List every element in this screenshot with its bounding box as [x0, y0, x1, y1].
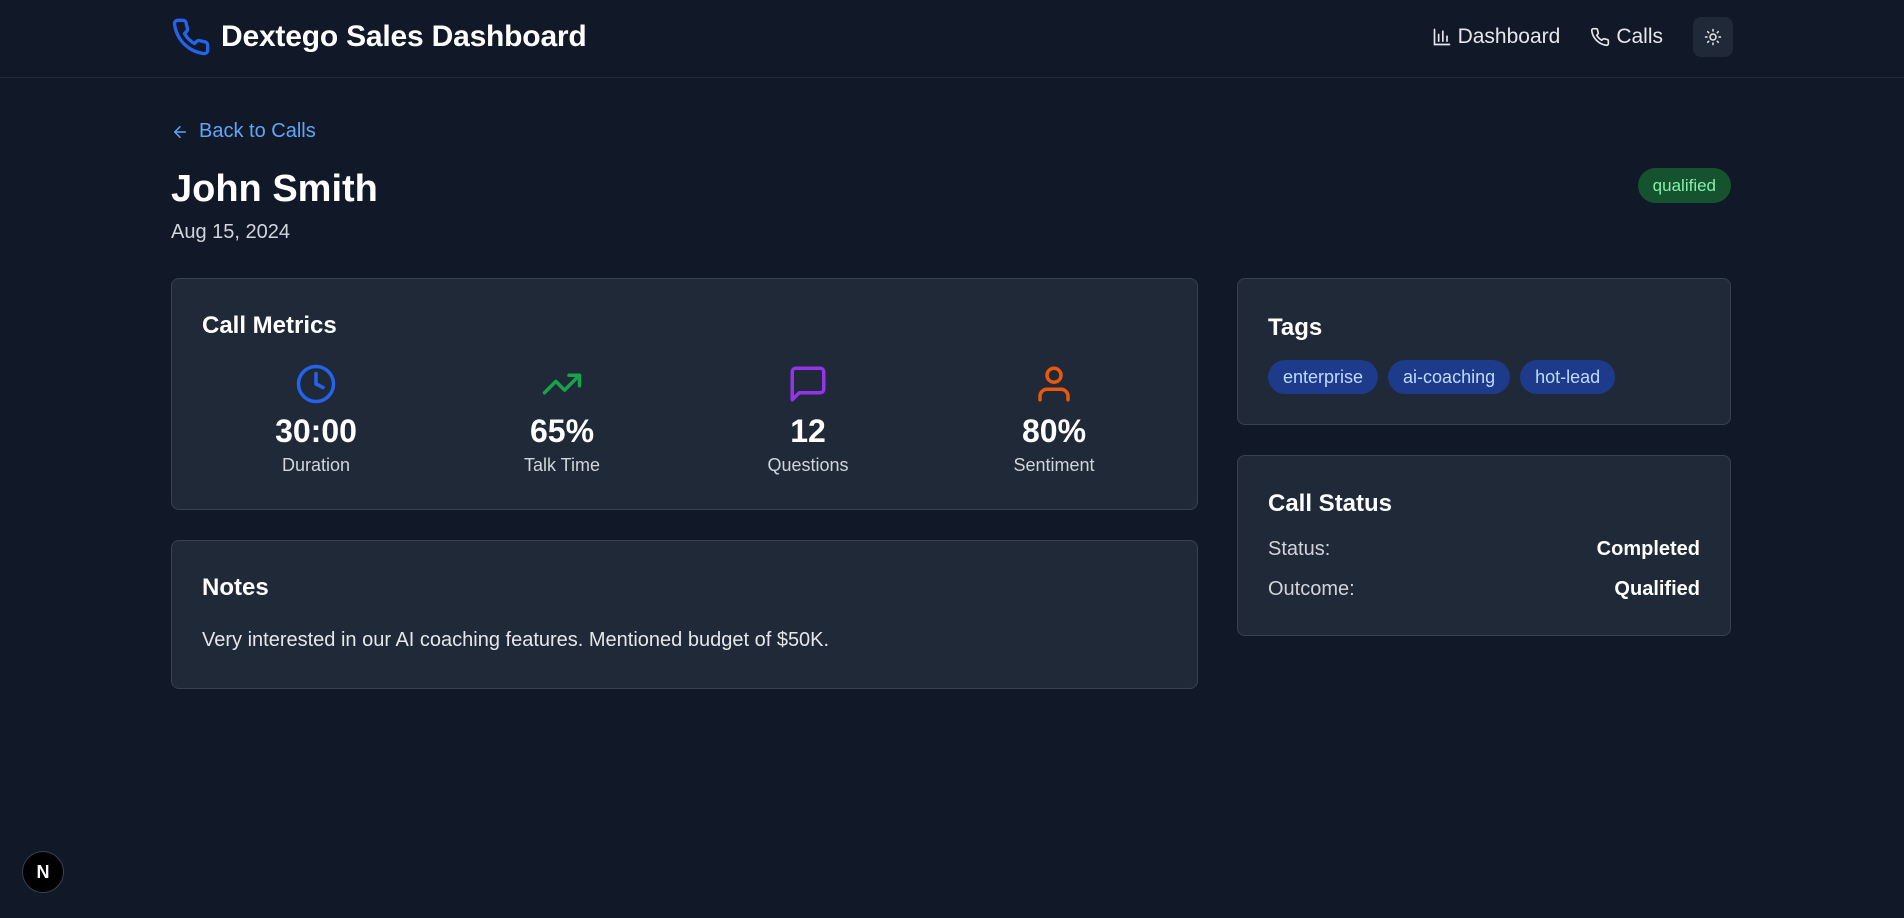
outcome-value: Qualified [1614, 578, 1700, 600]
tag-list: enterprise ai-coaching hot-lead [1268, 360, 1616, 394]
metric-sentiment: 80% Sentiment [954, 363, 1154, 476]
user-icon [1033, 363, 1075, 405]
bar-chart-icon [1432, 27, 1452, 47]
back-link-label: Back to Calls [199, 120, 316, 142]
metric-duration: 30:00 Duration [216, 363, 416, 476]
top-bar: Dextego Sales Dashboard Dashboard Calls [0, 0, 1904, 78]
tags-card: Tags enterprise ai-coaching hot-lead [1237, 278, 1731, 425]
notes-title: Notes [202, 574, 269, 601]
tag-ai-coaching: ai-coaching [1388, 360, 1511, 394]
call-date: Aug 15, 2024 [171, 221, 290, 243]
metric-label: Sentiment [1013, 455, 1095, 475]
metric-questions: 12 Questions [708, 363, 908, 476]
nextjs-dev-tools-button[interactable]: N [22, 851, 64, 893]
back-to-calls-link[interactable]: Back to Calls [171, 120, 316, 143]
metric-label: Questions [767, 455, 849, 475]
clock-icon [295, 363, 337, 405]
nav-calls-label: Calls [1616, 25, 1663, 48]
contact-name: John Smith [171, 168, 378, 210]
metric-label: Duration [281, 455, 351, 475]
status-value: Completed [1596, 538, 1700, 560]
metric-value: 80% [1021, 413, 1087, 449]
brand[interactable]: Dextego Sales Dashboard [171, 17, 587, 57]
metric-label: Talk Time [523, 455, 601, 475]
metric-value: 65% [529, 413, 595, 449]
trending-up-icon [541, 363, 583, 405]
message-square-icon [787, 363, 829, 405]
nav-dashboard[interactable]: Dashboard [1432, 25, 1561, 49]
call-status-card: Call Status Status: Completed Outcome: Q… [1237, 455, 1731, 636]
metric-value: 12 [790, 413, 826, 449]
status-badge: qualified [1637, 168, 1731, 203]
app-title: Dextego Sales Dashboard [221, 20, 587, 53]
metric-talk-time: 65% Talk Time [462, 363, 662, 476]
status-label: Status: [1268, 538, 1331, 560]
status-row: Status: Completed [1268, 538, 1700, 561]
sun-icon [1704, 28, 1722, 46]
tags-title: Tags [1268, 314, 1323, 341]
tag-enterprise: enterprise [1268, 360, 1379, 394]
nav-dashboard-label: Dashboard [1457, 25, 1561, 48]
call-status-title: Call Status [1268, 490, 1393, 517]
phone-icon [171, 17, 211, 57]
nextjs-logo-icon: N [36, 861, 50, 882]
theme-toggle-button[interactable] [1693, 17, 1733, 57]
nav-calls[interactable]: Calls [1590, 25, 1663, 49]
call-metrics-card: Call Metrics 30:00 Duration 65% Talk Tim… [171, 278, 1198, 510]
notes-text: Very interested in our AI coaching featu… [202, 629, 830, 651]
main-nav: Dashboard Calls [1432, 17, 1733, 57]
arrow-left-icon [171, 123, 189, 141]
call-metrics-title: Call Metrics [202, 312, 337, 339]
outcome-label: Outcome: [1268, 578, 1355, 600]
metric-value: 30:00 [275, 413, 357, 449]
phone-icon [1590, 27, 1610, 47]
notes-card: Notes Very interested in our AI coaching… [171, 540, 1198, 689]
outcome-row: Outcome: Qualified [1268, 578, 1700, 601]
tag-hot-lead: hot-lead [1520, 360, 1616, 394]
